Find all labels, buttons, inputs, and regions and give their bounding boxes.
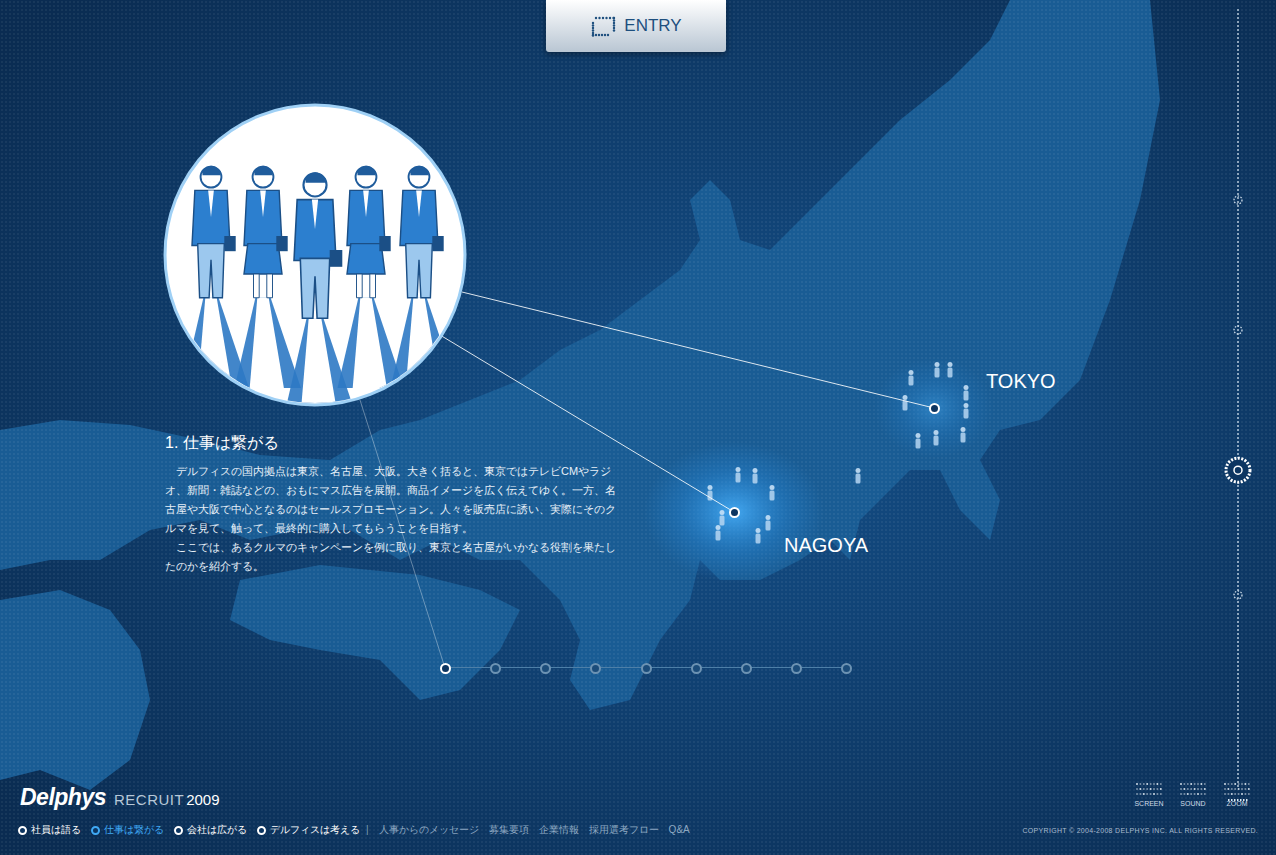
chapter-link[interactable]: 仕事は繋がる bbox=[91, 822, 164, 838]
timeline-step[interactable] bbox=[841, 663, 852, 674]
timeline-step[interactable] bbox=[641, 663, 652, 674]
logo[interactable]: DelphysRECRUIT2009 bbox=[20, 780, 220, 815]
nav-link[interactable]: 募集要項 bbox=[489, 822, 529, 838]
timeline[interactable] bbox=[440, 662, 852, 674]
japan-map[interactable] bbox=[0, 0, 1276, 855]
chapter-link[interactable]: 会社は広がる bbox=[174, 822, 247, 838]
city-label: TOKYO bbox=[986, 366, 1056, 396]
article: 1. 仕事は繋がる デルフィスの国内拠点は東京、名古屋、大阪。大きく括ると、東京… bbox=[165, 432, 623, 576]
chapter-dot-icon bbox=[91, 826, 100, 835]
control-button[interactable]: ZOOM bbox=[1220, 780, 1254, 808]
zoom-slider[interactable] bbox=[1224, 0, 1254, 810]
city-marker[interactable] bbox=[929, 403, 940, 414]
nav-link[interactable]: Q&A bbox=[669, 822, 690, 838]
city-marker[interactable] bbox=[729, 507, 740, 518]
control-button[interactable]: SCREEN bbox=[1132, 780, 1166, 808]
timeline-step[interactable] bbox=[490, 663, 501, 674]
chapter-link[interactable]: デルフィスは考える bbox=[257, 822, 360, 838]
entry-icon bbox=[590, 15, 616, 37]
control-icon bbox=[1134, 780, 1164, 798]
city-label: NAGOYA bbox=[784, 530, 868, 560]
chapter-dot-icon bbox=[174, 826, 183, 835]
article-paragraph: デルフィスの国内拠点は東京、名古屋、大阪。大きく括ると、東京ではテレビCMやラジ… bbox=[165, 462, 623, 538]
timeline-step[interactable] bbox=[540, 663, 551, 674]
nav-separator: | bbox=[366, 822, 369, 838]
control-icon bbox=[1222, 780, 1252, 798]
chapter-dot-icon bbox=[257, 826, 266, 835]
recruit-page: TOKYO NAGOYA ENTRY 1. 仕事は繋がる デルフィスの国内拠点は東京、… bbox=[0, 0, 1276, 855]
copyright: COPYRIGHT © 2004-2008 DELPHYS INC. ALL R… bbox=[1023, 826, 1259, 836]
control-icon bbox=[1178, 780, 1208, 798]
entry-button[interactable]: ENTRY bbox=[546, 0, 726, 52]
timeline-step[interactable] bbox=[791, 663, 802, 674]
timeline-step[interactable] bbox=[691, 663, 702, 674]
timeline-step[interactable] bbox=[741, 663, 752, 674]
timeline-step[interactable] bbox=[440, 663, 451, 674]
chapter-dot-icon bbox=[18, 826, 27, 835]
bottom-nav: 社員は語る仕事は繋がる会社は広がるデルフィスは考える | 人事からのメッセージ募集要… bbox=[18, 822, 690, 838]
staff-illustration bbox=[163, 103, 467, 407]
chapter-link[interactable]: 社員は語る bbox=[18, 822, 81, 838]
controls: SCREEN SOUND ZOOM bbox=[1132, 780, 1254, 808]
article-paragraph: ここでは、あるクルマのキャンペーンを例に取り、東京と名古屋がいかなる役割を果たし… bbox=[165, 538, 623, 576]
article-title: 1. 仕事は繋がる bbox=[165, 432, 623, 454]
timeline-step[interactable] bbox=[590, 663, 601, 674]
control-button[interactable]: SOUND bbox=[1176, 780, 1210, 808]
nav-link[interactable]: 人事からのメッセージ bbox=[379, 822, 479, 838]
nav-link[interactable]: 採用選考フロー bbox=[589, 822, 659, 838]
nav-link[interactable]: 企業情報 bbox=[539, 822, 579, 838]
